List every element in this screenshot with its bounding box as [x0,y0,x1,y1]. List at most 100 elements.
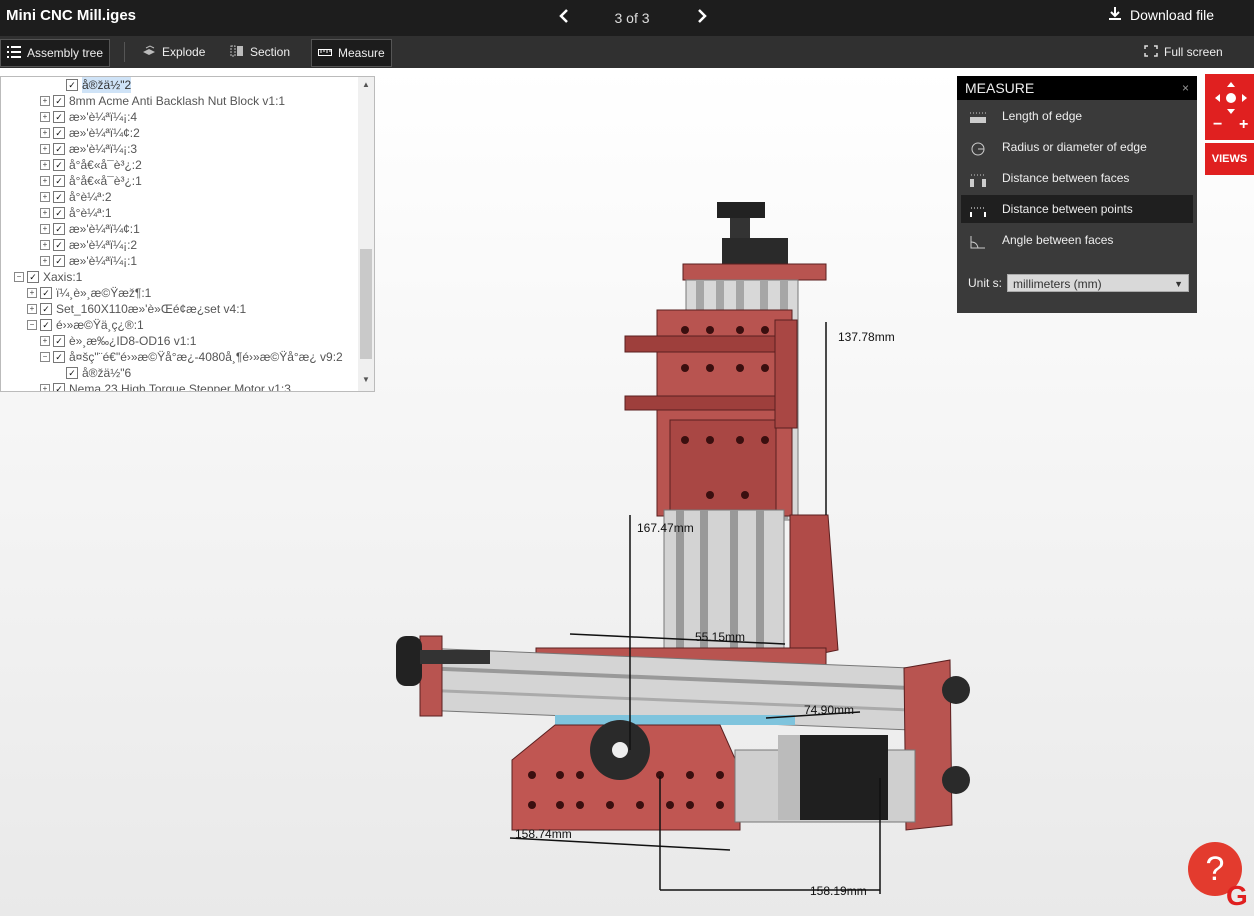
brand-logo: G [1226,880,1248,911]
assembly-tree-button[interactable]: Assembly tree [0,39,111,67]
zoom-out-icon[interactable]: − [1213,116,1222,134]
tree-item[interactable]: + ✓ Nema 23 High Torque Stepper Motor v1… [1,381,357,391]
expand-icon[interactable]: + [40,240,50,250]
checkbox[interactable]: ✓ [40,287,52,299]
expand-icon[interactable]: + [40,224,50,234]
tree-item[interactable]: + ✓ æ»'è¼ªï¼¢:1 [1,221,357,237]
dimension-label-5: 158.74mm [515,827,572,841]
chevron-left-icon[interactable] [552,5,576,31]
fullscreen-label: Full screen [1164,45,1223,59]
expand-icon[interactable]: + [40,256,50,266]
tree-item[interactable]: + ✓ å°å€«å¯è³¿:1 [1,173,357,189]
tree-item[interactable]: + ✓ æ»'è¼ªï¼¡:2 [1,237,357,253]
expand-icon[interactable]: + [27,288,37,298]
tree-item[interactable]: − ✓ é›»æ©Ÿä¸ç¿®:1 [1,317,357,333]
checkbox[interactable]: ✓ [53,175,65,187]
tree-item-label: Set_160X110æ»'è»Œé¢æ¿set v4:1 [56,302,247,316]
checkbox[interactable]: ✓ [53,95,65,107]
tree-item[interactable]: − ✓ å¤šç"¨é€"é›»æ©Ÿå°æ¿-4080å¸¶é›»æ©Ÿå°æ… [1,349,357,365]
expand-icon[interactable]: + [40,176,50,186]
scroll-down-icon[interactable]: ▼ [362,375,370,384]
checkbox[interactable]: ✓ [53,351,65,363]
measure-header: MEASURE × [957,76,1197,100]
tree-item[interactable]: ✓ å®žä½"6 [1,365,357,381]
checkbox[interactable]: ✓ [53,191,65,203]
measure-option-label: Angle between faces [1002,233,1114,247]
page-count: 3 of 3 [614,10,650,26]
download-label: Download file [1130,7,1215,23]
checkbox[interactable]: ✓ [53,335,65,347]
checkbox[interactable]: ✓ [27,271,39,283]
tree-item[interactable]: + ✓ æ»'è¼ªï¼¡:1 [1,253,357,269]
expand-icon[interactable]: + [40,384,50,391]
tree-scrollbar[interactable]: ▲ ▼ [358,77,374,391]
collapse-icon[interactable]: − [27,320,37,330]
expand-icon[interactable]: + [40,112,50,122]
checkbox[interactable]: ✓ [53,111,65,123]
tree-item[interactable]: + ✓ æ»'è¼ªï¼¡:3 [1,141,357,157]
measure-option-radius[interactable]: Radius or diameter of edge [961,133,1193,161]
explode-label: Explode [162,45,206,59]
fullscreen-button[interactable]: Full screen [1138,39,1229,65]
measure-button[interactable]: Measure [311,39,392,67]
expand-icon[interactable]: + [40,336,50,346]
navigation-pad[interactable]: − + [1205,74,1254,140]
checkbox[interactable]: ✓ [53,239,65,251]
scroll-thumb[interactable] [360,249,372,359]
scroll-up-icon[interactable]: ▲ [362,80,370,89]
tree-item[interactable]: + ✓ å°è¼ª:1 [1,205,357,221]
fullscreen-icon [1144,40,1158,57]
assembly-tree-label: Assembly tree [27,46,104,60]
views-button[interactable]: VIEWS [1205,143,1254,175]
expand-icon[interactable]: + [40,160,50,170]
checkbox[interactable]: ✓ [40,303,52,315]
checkbox[interactable]: ✓ [53,159,65,171]
tree-item[interactable]: + ✓ å°å€«å¯è³¿:2 [1,157,357,173]
explode-button[interactable]: Explode [136,39,211,65]
measure-option-points-distance[interactable]: Distance between points [961,195,1193,223]
tree-item-label: å°è¼ª:1 [69,206,112,220]
collapse-icon[interactable]: − [40,352,50,362]
tree-item[interactable]: + ✓ ï¼¸è»¸æ©Ÿæž¶:1 [1,285,357,301]
checkbox[interactable]: ✓ [53,143,65,155]
tree-item-label: æ»'è¼ªï¼¡:1 [69,254,138,268]
chevron-right-icon[interactable] [690,5,714,31]
tree-item[interactable]: + ✓ æ»'è¼ªï¼¢:2 [1,125,357,141]
expand-icon[interactable]: + [40,128,50,138]
expand-icon[interactable]: + [40,96,50,106]
tree-item[interactable]: + ✓ å°è¼ª:2 [1,189,357,205]
collapse-icon[interactable]: − [14,272,24,282]
ruler-icon [318,41,332,56]
expand-icon[interactable]: + [40,192,50,202]
tree-item[interactable]: − ✓ Xaxis:1 [1,269,357,285]
zoom-in-icon[interactable]: + [1239,116,1248,134]
expand-icon[interactable]: + [40,208,50,218]
tree-item-label: æ»'è¼ªï¼¡:3 [69,142,138,156]
dimension-label-6: 158.19mm [810,884,867,898]
tree-item[interactable]: + ✓ 8mm Acme Anti Backlash Nut Block v1:… [1,93,357,109]
checkbox[interactable]: ✓ [66,367,78,379]
tree-list: ✓ å®žä½"2 + ✓ 8mm Acme Anti Backlash Nut… [1,77,357,391]
checkbox[interactable]: ✓ [53,207,65,219]
tree-item[interactable]: + ✓ æ»'è¼ªï¼¡:4 [1,109,357,125]
measure-option-edge-length[interactable]: Length of edge [961,102,1193,130]
checkbox[interactable]: ✓ [66,79,78,91]
expand-icon[interactable]: + [40,144,50,154]
tree-item-label: å®žä½"2 [82,77,132,93]
checkbox[interactable]: ✓ [40,319,52,331]
download-button[interactable]: Download file [1108,6,1214,23]
tree-item[interactable]: + ✓ è»¸æ‰¿ID8-OD16 v1:1 [1,333,357,349]
tree-item[interactable]: + ✓ Set_160X110æ»'è»Œé¢æ¿set v4:1 [1,301,357,317]
tree-item[interactable]: ✓ å®žä½"2 [1,77,357,93]
units-select[interactable]: millimeters (mm) ▼ [1007,274,1189,292]
section-button[interactable]: Section [224,39,296,65]
dimension-label-3: 55.15mm [695,630,745,644]
measure-option-angle[interactable]: Angle between faces [961,226,1193,254]
close-icon[interactable]: × [1182,76,1189,100]
measure-option-faces-distance[interactable]: Distance between faces [961,164,1193,192]
expand-icon[interactable]: + [27,304,37,314]
checkbox[interactable]: ✓ [53,383,65,391]
checkbox[interactable]: ✓ [53,127,65,139]
checkbox[interactable]: ✓ [53,223,65,235]
checkbox[interactable]: ✓ [53,255,65,267]
